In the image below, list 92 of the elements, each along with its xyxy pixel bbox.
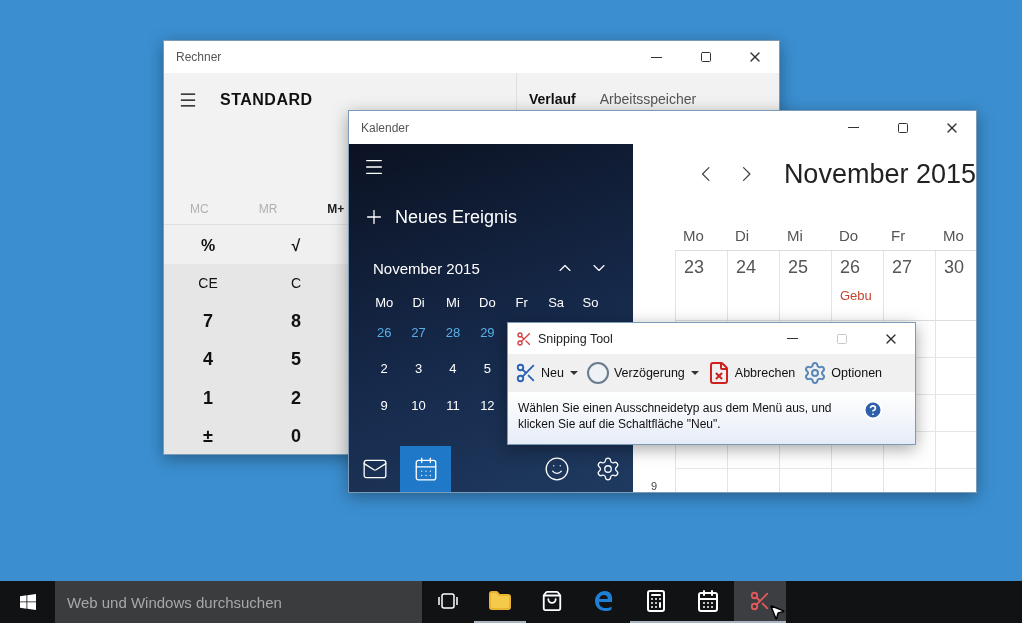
toolbar-button[interactable]: Optionen [800,358,886,388]
mini-calendar-month: November 2015 [373,259,481,277]
minimize-icon [787,338,798,339]
mini-calendar-day[interactable]: 29 [470,314,505,351]
folder-icon [488,589,512,613]
weekday-label: Mo [675,221,727,251]
weekday-label: Do [478,293,497,312]
edge-icon [593,590,615,612]
toolbar-button[interactable]: Abbrechen [703,358,799,388]
weekday-label: Do [831,221,883,251]
month-title: November 2015 [783,158,976,190]
weekday-label: Mi [445,293,461,312]
task-view-icon [438,593,458,609]
calculator-key[interactable]: 8 [252,302,340,341]
day-cell[interactable]: 24 [727,251,779,321]
weekday-label: Mi [779,221,831,251]
scissors-icon [515,362,537,384]
weekday-label: Fr [514,293,529,312]
mini-calendar-day[interactable]: 9 [367,387,402,424]
gear-icon [803,361,828,385]
calculator-key[interactable]: 4 [164,340,252,379]
calculator-key[interactable]: 1 [164,379,252,418]
day-number: 26 [840,257,862,278]
calculator-key[interactable]: 5 [252,340,340,379]
day-number: 30 [944,257,966,278]
mini-calendar-day[interactable]: 2 [367,350,402,387]
hour-label: 9 [650,480,658,492]
smiley-icon [543,456,570,482]
mouse-cursor-icon [768,603,786,621]
day-cell[interactable]: 27 [883,251,935,321]
taskbar-app-button[interactable] [734,581,786,623]
panel-tab[interactable]: Arbeitsspeicher [599,91,697,107]
day-number: 27 [892,257,914,278]
weekday-label: Di [727,221,779,251]
calculator-key[interactable]: 2 [252,379,340,418]
maximize-icon [699,51,712,63]
mini-calendar-day[interactable]: 27 [401,314,436,351]
help-icon[interactable] [863,400,883,420]
calculator-key[interactable]: CE [164,263,252,302]
shopping-bag-icon [541,590,563,612]
instruction-text: Wählen Sie einen Ausschneidetyp aus dem Menü aus, und klicken Sie auf die Schaltfläche "Neu". [518,400,833,432]
window-title: Kalender [361,120,411,135]
day-cell[interactable]: 23 [675,251,727,321]
weekday-label: Sa [547,293,566,312]
minimize-icon [651,56,662,58]
calculator-key[interactable]: √ [252,229,340,264]
mini-calendar-day[interactable]: 10 [401,387,436,424]
scissors-icon [516,330,532,347]
weekday-label: Fr [883,221,935,251]
calculator-key[interactable]: C [252,263,340,302]
weekday-label: Mo [935,221,976,251]
mini-calendar-day[interactable]: 12 [470,387,505,424]
mini-calendar-day[interactable]: 3 [401,350,436,387]
maximize-icon [835,332,848,345]
weekday-label: So [581,293,600,312]
calendar-icon [696,589,720,613]
day-cell[interactable]: 25 [779,251,831,321]
memory-button[interactable]: M+ [327,193,345,224]
toolbar-button[interactable]: Verzögerung [582,358,702,388]
calculator-key[interactable]: 7 [164,302,252,341]
calculator-key[interactable]: 0 [252,417,340,454]
maximize-icon [896,121,909,134]
day-number: 25 [788,257,810,278]
weekday-label: Mo [374,293,395,312]
mini-calendar-day[interactable]: 4 [435,350,471,387]
mini-calendar-day[interactable]: 28 [435,314,471,351]
day-cell[interactable]: 30 [935,251,976,321]
weekday-label: Di [411,293,426,312]
new-event-label: Neues Ereignis [395,206,518,228]
mini-calendar-day[interactable]: 11 [435,387,471,424]
day-cell[interactable]: 26 Gebu [831,251,883,321]
caret-icon [690,371,699,375]
panel-tab[interactable]: Verlauf [529,91,576,107]
calculator-key[interactable]: ± [164,417,252,454]
new-event-button[interactable]: Neues Ereignis [363,206,518,228]
window-title: Snipping Tool [538,331,614,346]
search-field[interactable]: Web und Windows durchsuchen [55,581,422,623]
calculator-key[interactable]: % [164,229,252,264]
mini-calendar-day[interactable]: 26 [367,314,402,351]
scissors-icon [749,590,771,612]
day-number: 24 [736,257,758,278]
day-number: 23 [684,257,706,278]
window-title: Rechner [176,50,223,64]
mini-calendar-day[interactable]: 5 [470,350,505,387]
calculator-icon [644,589,668,613]
caret-icon [569,371,578,375]
event-title[interactable]: Gebu [840,288,872,303]
minimize-icon [848,127,859,128]
mode-title: STANDARD [220,91,313,109]
calendar-nav-button[interactable] [400,446,451,492]
windows-logo-icon [19,594,36,610]
toolbar-button[interactable]: Neu [512,358,581,388]
